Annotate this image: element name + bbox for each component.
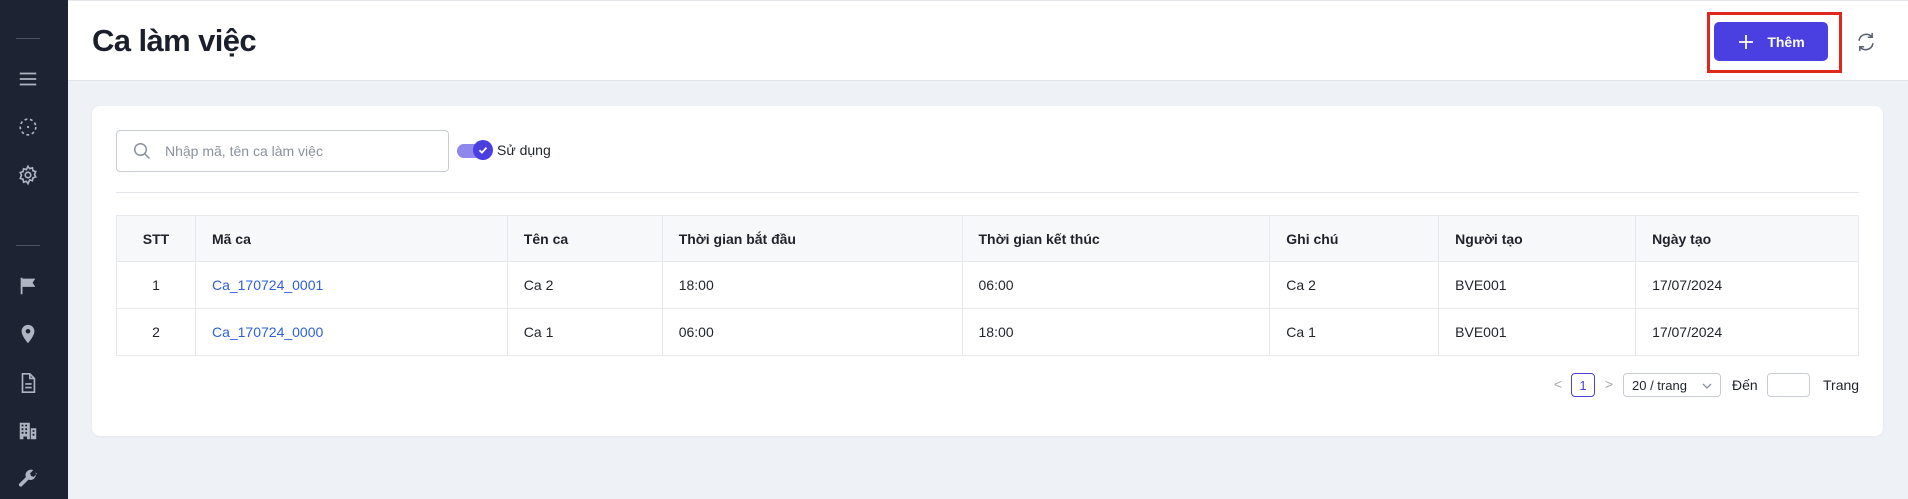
- cell-name: Ca 1: [506, 308, 663, 356]
- active-toggle-label: Sử dụng: [497, 142, 551, 158]
- cell-stt: 2: [116, 308, 196, 356]
- search-input[interactable]: [165, 143, 425, 159]
- table-row[interactable]: 1 Ca_170724_0001 Ca 2 18:00 06:00 Ca 2 B…: [116, 261, 1859, 309]
- column-header-creator: Người tạo: [1438, 215, 1637, 262]
- search-field[interactable]: [116, 130, 449, 172]
- column-header-end-time: Thời gian kết thúc: [961, 215, 1271, 262]
- check-icon: [473, 140, 493, 160]
- wrench-icon[interactable]: [16, 467, 40, 491]
- cell-creator: BVE001: [1438, 308, 1637, 356]
- next-page-button[interactable]: >: [1602, 376, 1616, 392]
- divider: [116, 192, 1859, 193]
- cell-name: Ca 2: [506, 261, 663, 309]
- shift-table: STT Mã ca Tên ca Thời gian bắt đầu Thời …: [116, 215, 1859, 356]
- flag-icon[interactable]: [16, 274, 40, 298]
- add-button-label: Thêm: [1767, 33, 1805, 50]
- column-header-code: Mã ca: [194, 215, 508, 262]
- goto-label: Đến: [1732, 377, 1758, 393]
- cell-creator: BVE001: [1438, 261, 1637, 309]
- column-header-stt: STT: [116, 215, 196, 262]
- cell-start-time: 18:00: [661, 261, 963, 309]
- goto-page-input[interactable]: [1767, 373, 1810, 397]
- sidebar: [0, 0, 68, 499]
- location-pin-icon[interactable]: [16, 322, 40, 346]
- content-card: Sử dụng STT Mã ca Tên ca Thời gian bắt đ…: [92, 106, 1883, 436]
- page-header: Ca làm việc Thêm: [68, 0, 1908, 81]
- plus-icon: [1739, 34, 1754, 49]
- scan-icon[interactable]: [16, 115, 40, 139]
- cell-code: Ca_170724_0000: [194, 308, 508, 356]
- gear-icon[interactable]: [16, 163, 40, 187]
- page-label: Trang: [1823, 377, 1860, 393]
- page-1-button[interactable]: 1: [1571, 373, 1595, 397]
- cell-end-time: 18:00: [961, 308, 1271, 356]
- building-icon[interactable]: [16, 419, 40, 443]
- cell-created-date: 17/07/2024: [1635, 308, 1859, 356]
- cell-end-time: 06:00: [961, 261, 1271, 309]
- cell-start-time: 06:00: [661, 308, 963, 356]
- shift-code-link[interactable]: Ca_170724_0000: [212, 324, 323, 340]
- cell-created-date: 17/07/2024: [1635, 261, 1859, 309]
- cell-note: Ca 2: [1269, 261, 1440, 309]
- refresh-icon[interactable]: [1854, 30, 1878, 54]
- column-header-created-date: Ngày tạo: [1635, 215, 1859, 262]
- page-size-select[interactable]: 20 / trang: [1623, 373, 1721, 397]
- active-toggle[interactable]: [457, 140, 493, 160]
- table-row[interactable]: 2 Ca_170724_0000 Ca 1 06:00 18:00 Ca 1 B…: [116, 308, 1859, 356]
- page-title: Ca làm việc: [92, 23, 257, 58]
- document-icon[interactable]: [16, 371, 40, 395]
- page-size-value: 20 / trang: [1632, 377, 1687, 393]
- search-icon: [133, 142, 151, 160]
- shift-code-link[interactable]: Ca_170724_0001: [212, 277, 323, 293]
- prev-page-button[interactable]: <: [1551, 376, 1565, 392]
- sidebar-divider: [16, 38, 40, 39]
- column-header-name: Tên ca: [506, 215, 663, 262]
- cell-note: Ca 1: [1269, 308, 1440, 356]
- column-header-note: Ghi chú: [1269, 215, 1440, 262]
- sidebar-divider: [16, 245, 40, 246]
- add-button[interactable]: Thêm: [1714, 22, 1828, 61]
- cell-stt: 1: [116, 261, 196, 309]
- chevron-down-icon: [1702, 383, 1712, 389]
- table-header-row: STT Mã ca Tên ca Thời gian bắt đầu Thời …: [116, 215, 1859, 262]
- menu-icon[interactable]: [16, 67, 40, 91]
- cell-code: Ca_170724_0001: [194, 261, 508, 309]
- column-header-start-time: Thời gian bắt đầu: [661, 215, 963, 262]
